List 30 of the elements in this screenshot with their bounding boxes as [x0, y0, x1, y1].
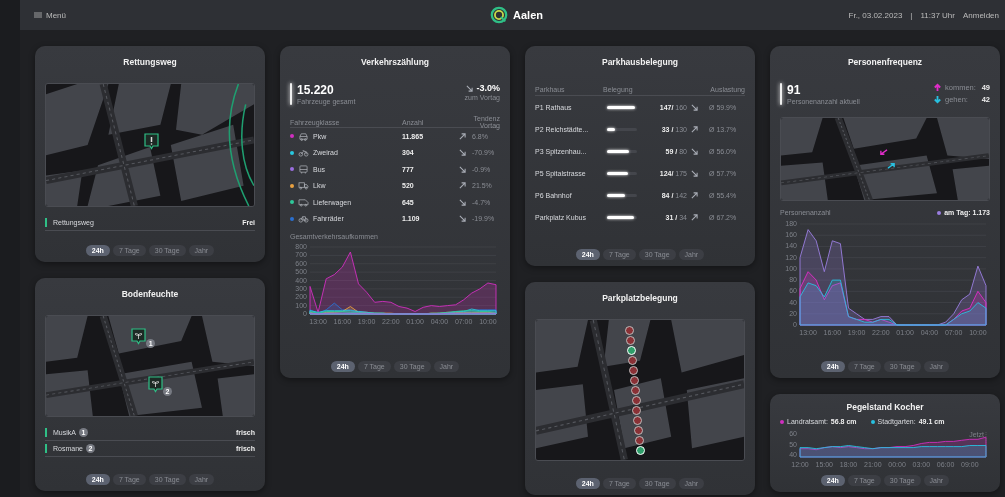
- card-title: Rettungsweg: [122, 57, 178, 67]
- total-value: 91: [787, 83, 802, 97]
- login-button[interactable]: Anmelden: [962, 10, 999, 20]
- change-value: -3.0%: [476, 83, 500, 93]
- app-title: Aalen: [513, 9, 543, 21]
- card-title: Verkehrszählung: [360, 57, 430, 67]
- card-title: Pegelstand Kocher: [845, 402, 925, 412]
- car-icon: [298, 131, 309, 141]
- time-text: 11:37 Uhr: [920, 10, 955, 20]
- card-title: Parkplatzbelegung: [601, 293, 679, 303]
- total-value: 15.220: [297, 83, 335, 97]
- value-indicator-bar: [780, 83, 782, 105]
- date-text: Fr., 03.02.2023: [848, 10, 903, 20]
- motorbike-icon: [298, 148, 309, 158]
- arrow-icon: [887, 162, 897, 170]
- bus-icon: [298, 164, 309, 174]
- bicycle-icon: [298, 214, 309, 224]
- arrow-icon: [878, 149, 888, 157]
- value-indicator-bar: [290, 83, 292, 105]
- logo-icon: [490, 6, 508, 24]
- alert-marker-icon: [143, 132, 159, 150]
- van-icon: [298, 197, 309, 207]
- plant-marker-icon: [131, 328, 147, 345]
- truck-icon: [298, 181, 309, 191]
- plant-marker-icon: [147, 376, 163, 393]
- card-title: Personenfrequenz: [846, 57, 924, 67]
- menu-button[interactable]: Menü: [46, 10, 66, 20]
- card-title: Bodenfeuchte: [120, 289, 180, 299]
- card-title: Parkhausbelegung: [600, 57, 680, 67]
- separator-text: |: [910, 10, 913, 20]
